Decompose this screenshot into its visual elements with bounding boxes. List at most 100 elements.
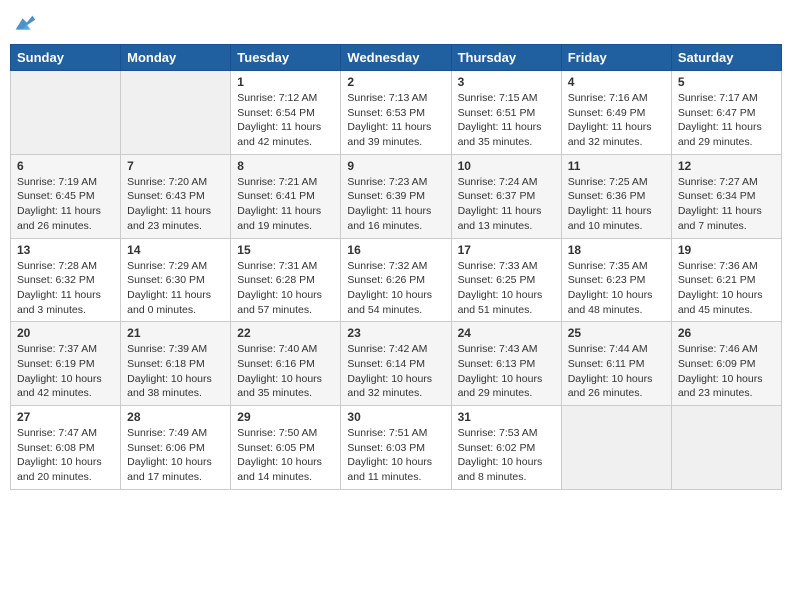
calendar-cell: 28Sunrise: 7:49 AMSunset: 6:06 PMDayligh… (121, 406, 231, 490)
calendar-cell: 30 Sunrise: 7:51 AMSunset: 6:03 PMDayligh… (341, 406, 451, 490)
weekday-header-wednesday: Wednesday (341, 45, 451, 71)
day-info: Sunrise: 7:36 AMSunset: 6:21 PMDaylight:… (678, 259, 775, 318)
calendar-header-row: SundayMondayTuesdayWednesdayThursdayFrid… (11, 45, 782, 71)
calendar-cell: 13 Sunrise: 7:28 AMSunset: 6:32 PMDayligh… (11, 238, 121, 322)
day-number: 23 (347, 326, 444, 340)
day-number: 29 (237, 410, 334, 424)
day-number: 18 (568, 243, 665, 257)
day-number: 30 (347, 410, 444, 424)
calendar-week-row: 1Sunrise: 7:12 AMSunset: 6:54 PMDaylight… (11, 71, 782, 155)
day-info: Sunrise: 7:13 AMSunset: 6:53 PMDaylight:… (347, 91, 444, 150)
day-info: Sunrise: 7:32 AMSunset: 6:26 PMDaylight:… (347, 259, 444, 318)
day-number: 8 (237, 159, 334, 173)
calendar-cell (11, 71, 121, 155)
calendar-cell: 18Sunrise: 7:35 AMSunset: 6:23 PMDayligh… (561, 238, 671, 322)
day-info: Sunrise: 7:33 AMSunset: 6:25 PMDaylight:… (458, 259, 555, 318)
day-info: Sunrise: 7:29 AMSunset: 6:30 PMDaylight:… (127, 259, 224, 318)
day-number: 24 (458, 326, 555, 340)
day-number: 9 (347, 159, 444, 173)
calendar-week-row: 20 Sunrise: 7:37 AMSunset: 6:19 PMDayligh… (11, 322, 782, 406)
calendar-week-row: 13 Sunrise: 7:28 AMSunset: 6:32 PMDayligh… (11, 238, 782, 322)
weekday-header-sunday: Sunday (11, 45, 121, 71)
day-info: Sunrise: 7:46 AMSunset: 6:09 PMDaylight:… (678, 342, 775, 401)
day-number: 2 (347, 75, 444, 89)
day-info: Sunrise: 7:39 AMSunset: 6:18 PMDaylight:… (127, 342, 224, 401)
day-info: Sunrise: 7:50 AMSunset: 6:05 PMDaylight:… (237, 426, 334, 485)
calendar-cell: 2 Sunrise: 7:13 AMSunset: 6:53 PMDaylight… (341, 71, 451, 155)
day-info: Sunrise: 7:20 AMSunset: 6:43 PMDaylight:… (127, 175, 224, 234)
day-number: 26 (678, 326, 775, 340)
day-info: Sunrise: 7:21 AMSunset: 6:41 PMDaylight:… (237, 175, 334, 234)
logo-bird-icon (10, 10, 38, 38)
day-number: 3 (458, 75, 555, 89)
day-number: 21 (127, 326, 224, 340)
day-number: 7 (127, 159, 224, 173)
calendar-week-row: 6 Sunrise: 7:19 AMSunset: 6:45 PMDaylight… (11, 154, 782, 238)
day-info: Sunrise: 7:28 AMSunset: 6:32 PMDaylight:… (17, 259, 114, 318)
calendar-cell: 31 Sunrise: 7:53 AMSunset: 6:02 PMDayligh… (451, 406, 561, 490)
day-number: 19 (678, 243, 775, 257)
day-info: Sunrise: 7:44 AMSunset: 6:11 PMDaylight:… (568, 342, 665, 401)
calendar-cell: 7 Sunrise: 7:20 AMSunset: 6:43 PMDaylight… (121, 154, 231, 238)
logo (10, 10, 40, 38)
day-number: 12 (678, 159, 775, 173)
calendar-cell: 14 Sunrise: 7:29 AMSunset: 6:30 PMDayligh… (121, 238, 231, 322)
day-info: Sunrise: 7:49 AMSunset: 6:06 PMDaylight:… (127, 426, 224, 485)
calendar-cell: 6 Sunrise: 7:19 AMSunset: 6:45 PMDaylight… (11, 154, 121, 238)
day-info: Sunrise: 7:47 AMSunset: 6:08 PMDaylight:… (17, 426, 114, 485)
day-info: Sunrise: 7:23 AMSunset: 6:39 PMDaylight:… (347, 175, 444, 234)
day-number: 11 (568, 159, 665, 173)
calendar-cell: 4Sunrise: 7:16 AMSunset: 6:49 PMDaylight… (561, 71, 671, 155)
weekday-header-tuesday: Tuesday (231, 45, 341, 71)
day-info: Sunrise: 7:37 AMSunset: 6:19 PMDaylight:… (17, 342, 114, 401)
calendar-cell (561, 406, 671, 490)
calendar-cell: 19 Sunrise: 7:36 AMSunset: 6:21 PMDayligh… (671, 238, 781, 322)
day-info: Sunrise: 7:15 AMSunset: 6:51 PMDaylight:… (458, 91, 555, 150)
calendar-cell: 17Sunrise: 7:33 AMSunset: 6:25 PMDayligh… (451, 238, 561, 322)
calendar-cell: 22 Sunrise: 7:40 AMSunset: 6:16 PMDayligh… (231, 322, 341, 406)
day-info: Sunrise: 7:43 AMSunset: 6:13 PMDaylight:… (458, 342, 555, 401)
calendar-cell: 10 Sunrise: 7:24 AMSunset: 6:37 PMDayligh… (451, 154, 561, 238)
page-header (10, 10, 782, 38)
day-info: Sunrise: 7:19 AMSunset: 6:45 PMDaylight:… (17, 175, 114, 234)
day-number: 20 (17, 326, 114, 340)
day-number: 25 (568, 326, 665, 340)
calendar-cell: 23 Sunrise: 7:42 AMSunset: 6:14 PMDayligh… (341, 322, 451, 406)
day-number: 15 (237, 243, 334, 257)
day-number: 13 (17, 243, 114, 257)
calendar-cell: 21 Sunrise: 7:39 AMSunset: 6:18 PMDayligh… (121, 322, 231, 406)
day-number: 22 (237, 326, 334, 340)
calendar-cell: 15 Sunrise: 7:31 AMSunset: 6:28 PMDayligh… (231, 238, 341, 322)
calendar-cell (671, 406, 781, 490)
day-number: 31 (458, 410, 555, 424)
day-number: 6 (17, 159, 114, 173)
day-number: 16 (347, 243, 444, 257)
day-info: Sunrise: 7:12 AMSunset: 6:54 PMDaylight:… (237, 91, 334, 150)
day-info: Sunrise: 7:25 AMSunset: 6:36 PMDaylight:… (568, 175, 665, 234)
calendar-cell: 11 Sunrise: 7:25 AMSunset: 6:36 PMDayligh… (561, 154, 671, 238)
calendar-cell: 24 Sunrise: 7:43 AMSunset: 6:13 PMDayligh… (451, 322, 561, 406)
day-info: Sunrise: 7:42 AMSunset: 6:14 PMDaylight:… (347, 342, 444, 401)
calendar-table: SundayMondayTuesdayWednesdayThursdayFrid… (10, 44, 782, 490)
weekday-header-thursday: Thursday (451, 45, 561, 71)
day-number: 10 (458, 159, 555, 173)
day-info: Sunrise: 7:31 AMSunset: 6:28 PMDaylight:… (237, 259, 334, 318)
day-info: Sunrise: 7:27 AMSunset: 6:34 PMDaylight:… (678, 175, 775, 234)
calendar-cell: 26 Sunrise: 7:46 AMSunset: 6:09 PMDayligh… (671, 322, 781, 406)
calendar-cell: 16 Sunrise: 7:32 AMSunset: 6:26 PMDayligh… (341, 238, 451, 322)
day-info: Sunrise: 7:24 AMSunset: 6:37 PMDaylight:… (458, 175, 555, 234)
day-info: Sunrise: 7:40 AMSunset: 6:16 PMDaylight:… (237, 342, 334, 401)
calendar-cell: 27Sunrise: 7:47 AMSunset: 6:08 PMDayligh… (11, 406, 121, 490)
day-info: Sunrise: 7:53 AMSunset: 6:02 PMDaylight:… (458, 426, 555, 485)
calendar-cell: 9 Sunrise: 7:23 AMSunset: 6:39 PMDaylight… (341, 154, 451, 238)
calendar-cell: 8 Sunrise: 7:21 AMSunset: 6:41 PMDaylight… (231, 154, 341, 238)
calendar-cell: 29 Sunrise: 7:50 AMSunset: 6:05 PMDayligh… (231, 406, 341, 490)
day-number: 4 (568, 75, 665, 89)
weekday-header-friday: Friday (561, 45, 671, 71)
day-info: Sunrise: 7:51 AMSunset: 6:03 PMDaylight:… (347, 426, 444, 485)
day-info: Sunrise: 7:17 AMSunset: 6:47 PMDaylight:… (678, 91, 775, 150)
day-number: 5 (678, 75, 775, 89)
calendar-cell: 5 Sunrise: 7:17 AMSunset: 6:47 PMDaylight… (671, 71, 781, 155)
weekday-header-saturday: Saturday (671, 45, 781, 71)
day-number: 14 (127, 243, 224, 257)
